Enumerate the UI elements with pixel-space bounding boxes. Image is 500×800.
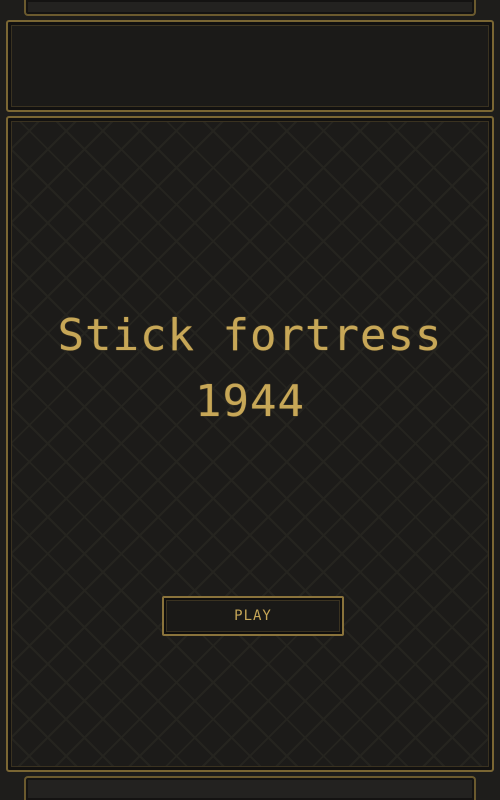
game-title: Stick fortress	[57, 310, 443, 361]
game-title-year: 1944	[195, 376, 305, 427]
header-panel	[6, 20, 494, 112]
main-menu-panel: Stick fortress 1944 PLAY	[6, 116, 494, 772]
game-screen: Stick fortress 1944 PLAY	[0, 0, 500, 800]
top-bar	[24, 0, 476, 16]
play-button-label: PLAY	[234, 608, 272, 624]
bottom-bar	[24, 776, 476, 800]
play-button[interactable]: PLAY	[162, 596, 344, 636]
